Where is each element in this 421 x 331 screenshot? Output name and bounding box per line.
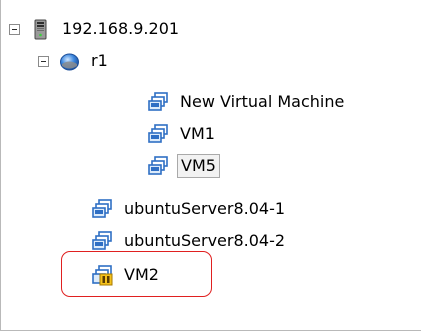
vm-icon <box>92 198 113 220</box>
tree-label-vm[interactable]: VM1 <box>177 123 218 145</box>
tree-node-vm[interactable]: VM1 <box>148 121 218 147</box>
inventory-tree: 192.168.9.201 r1 New Virtual Machine VM1… <box>0 0 421 331</box>
tree-label-vm[interactable]: ubuntuServer8.04-2 <box>121 230 288 252</box>
vm-icon <box>148 155 169 177</box>
collapse-toggle-pool[interactable] <box>38 55 49 67</box>
tree-label-vm[interactable]: VM2 <box>121 264 162 286</box>
tree-node-vm[interactable]: ubuntuServer8.04-2 <box>92 228 288 254</box>
tree-label-vm[interactable]: New Virtual Machine <box>177 91 347 113</box>
tree-label-host[interactable]: 192.168.9.201 <box>59 18 182 40</box>
tree-node-vm[interactable]: New Virtual Machine <box>148 89 347 115</box>
resource-pool-icon <box>59 51 80 72</box>
tree-node-pool[interactable]: r1 <box>38 48 111 74</box>
vm-icon <box>148 123 169 145</box>
tree-node-host[interactable]: 192.168.9.201 <box>9 16 182 42</box>
tree-label-pool[interactable]: r1 <box>88 50 111 72</box>
server-icon <box>30 19 51 40</box>
tree-label-vm[interactable]: ubuntuServer8.04-1 <box>121 198 288 220</box>
vm-suspended-icon <box>92 264 113 286</box>
vm-icon <box>92 230 113 252</box>
collapse-toggle-host[interactable] <box>9 23 20 35</box>
tree-label-vm[interactable]: VM5 <box>177 154 220 178</box>
vm-icon <box>148 91 169 113</box>
tree-node-vm-suspended[interactable]: VM2 <box>92 262 162 288</box>
tree-node-vm[interactable]: ubuntuServer8.04-1 <box>92 196 288 222</box>
tree-node-vm-selected[interactable]: VM5 <box>148 153 220 179</box>
